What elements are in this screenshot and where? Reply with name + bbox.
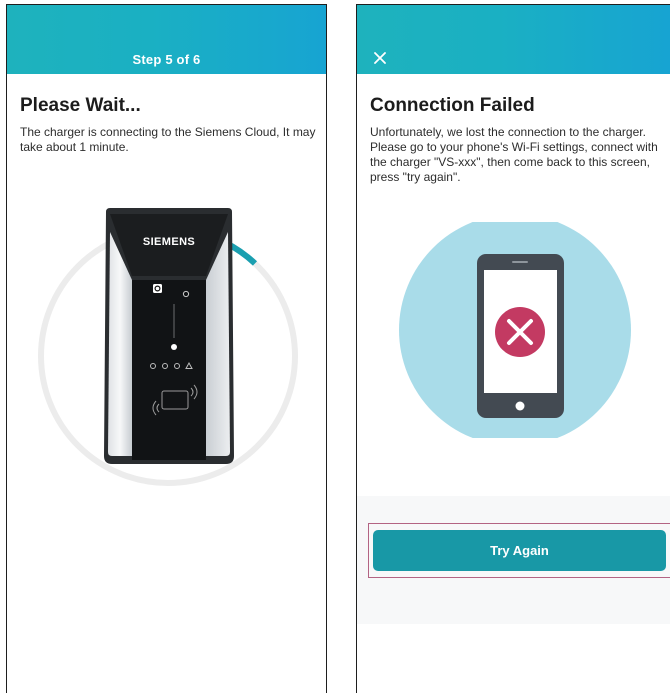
page-title: Please Wait... — [20, 95, 141, 116]
status-message: The charger is connecting to the Siemens… — [20, 125, 316, 154]
header-bar — [357, 5, 670, 74]
try-again-button[interactable]: Try Again — [373, 530, 666, 571]
error-message: Unfortunately, we lost the connection to… — [370, 125, 658, 184]
wait-screen: Step 5 of 6 Please Wait... The charger i… — [6, 4, 327, 693]
connection-failed-screen: Connection Failed Unfortunately, we lost… — [356, 4, 670, 693]
header-bar: Step 5 of 6 — [7, 5, 326, 74]
charger-brand-logo: SIEMENS — [142, 236, 196, 248]
close-icon — [374, 52, 386, 64]
connection-failed-illustration — [399, 222, 631, 438]
step-indicator: Step 5 of 6 — [132, 52, 201, 67]
charger-illustration: SIEMENS — [102, 208, 236, 466]
close-button[interactable] — [371, 49, 389, 67]
page-title: Connection Failed — [370, 95, 535, 116]
